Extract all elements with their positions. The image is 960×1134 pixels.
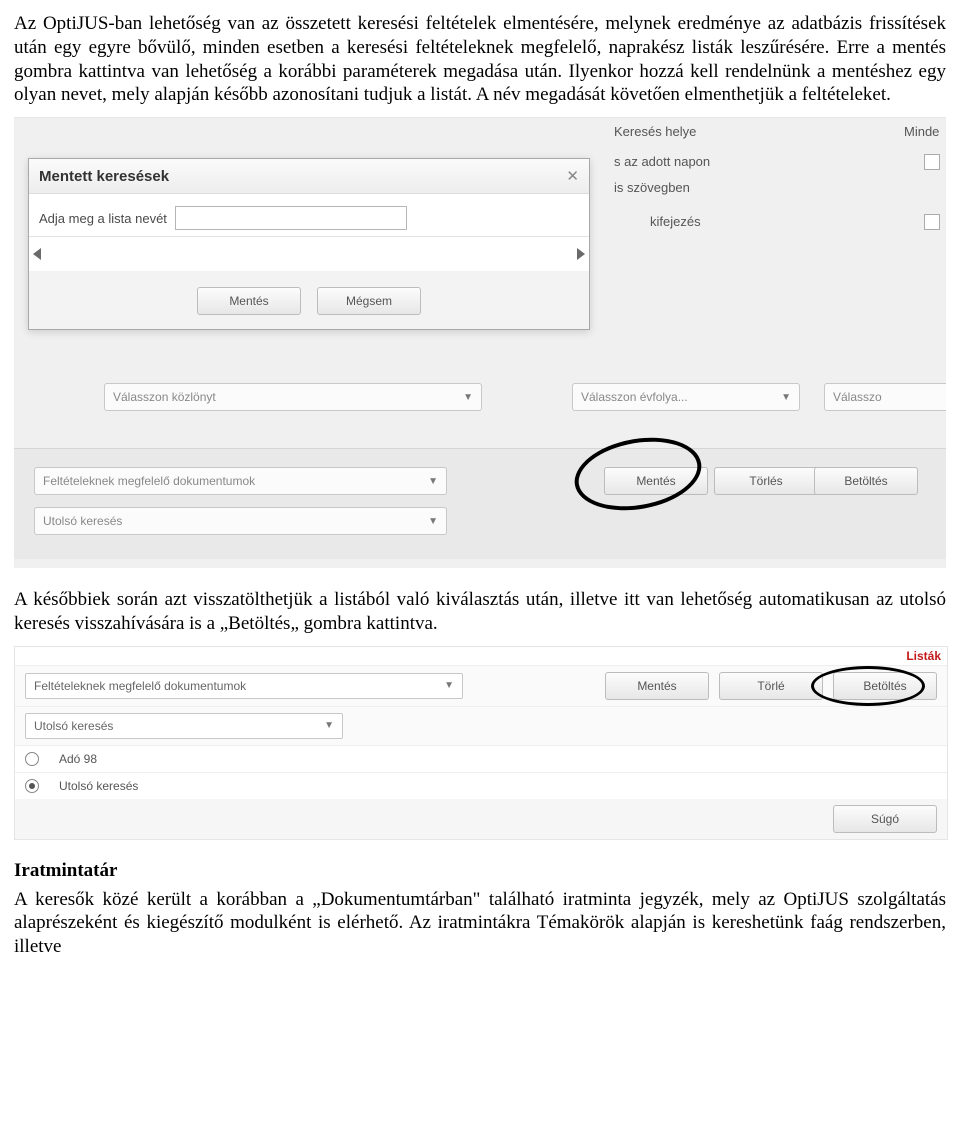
- ss2-select-felt-label: Feltételeknek megfelelő dokumentumok: [34, 679, 246, 693]
- lower-toolbar: Feltételeknek megfelelő dokumentumok▼ Me…: [14, 448, 946, 559]
- chevron-down-icon: ▼: [324, 720, 334, 731]
- dialog-scrollbar[interactable]: [29, 236, 589, 271]
- lower-select-utolso-label: Utolsó keresés: [43, 514, 122, 528]
- ss2-select-felt[interactable]: Feltételeknek megfelelő dokumentumok ▼: [25, 673, 463, 699]
- lower-betoltes-button[interactable]: Betöltés: [814, 467, 918, 495]
- dialog-prompt: Adja meg a lista nevét: [39, 211, 167, 226]
- bg-select-evfolyam[interactable]: Válasszon évfolya... ▼: [572, 383, 800, 411]
- radio-utolso[interactable]: [25, 779, 39, 793]
- bg-label-szovegben: is szövegben: [614, 180, 690, 195]
- bg-select-kozlony-label: Válasszon közlönyt: [113, 390, 216, 404]
- chevron-down-icon: ▼: [444, 680, 454, 691]
- lower-torles-button[interactable]: Törlés: [714, 467, 818, 495]
- dialog-cancel-button[interactable]: Mégsem: [317, 287, 421, 315]
- bg-select-evfolyam-label: Válasszon évfolya...: [581, 390, 688, 404]
- chevron-down-icon: ▼: [781, 392, 791, 403]
- ss2-select-utolso[interactable]: Utolsó keresés ▼: [25, 713, 343, 739]
- list-name-input[interactable]: [175, 206, 407, 230]
- dialog-save-button[interactable]: Mentés: [197, 287, 301, 315]
- saved-searches-dialog: Mentett keresések ✕ Adja meg a lista nev…: [28, 158, 590, 330]
- radio-utolso-label: Utolsó keresés: [59, 779, 138, 793]
- ss2-torles-button[interactable]: Törlé: [719, 672, 823, 700]
- bg-label-adott-napon: s az adott napon: [614, 154, 710, 169]
- close-icon[interactable]: ✕: [566, 167, 579, 185]
- dialog-title-text: Mentett keresések: [39, 168, 169, 185]
- paragraph-reload: A későbbiek során azt visszatölthetjük a…: [14, 588, 946, 636]
- chevron-down-icon: ▼: [463, 392, 473, 403]
- bg-label-minde: Minde: [904, 124, 939, 139]
- sugo-button[interactable]: Súgó: [833, 805, 937, 833]
- bg-checkbox-1[interactable]: [924, 154, 940, 170]
- highlight-ring-betoltes: [811, 666, 925, 706]
- bg-checkbox-2[interactable]: [924, 214, 940, 230]
- ss2-mentes-button[interactable]: Mentés: [605, 672, 709, 700]
- bg-label-kereses-helye: Keresés helye: [614, 124, 696, 139]
- screenshot-lists-panel: Listák Feltételeknek megfelelő dokumentu…: [14, 646, 948, 840]
- radio-ado98[interactable]: [25, 752, 39, 766]
- bg-select-kozlony[interactable]: Válasszon közlönyt ▼: [104, 383, 482, 411]
- radio-ado98-label: Adó 98: [59, 752, 97, 766]
- heading-iratmintatar: Iratmintatár: [14, 860, 946, 882]
- screenshot-save-dialog: Keresés helye Minde s az adott napon is …: [14, 117, 946, 568]
- scroll-left-icon[interactable]: [33, 248, 41, 260]
- ss2-select-utolso-label: Utolsó keresés: [34, 719, 113, 733]
- chevron-down-icon: ▼: [428, 476, 438, 487]
- lower-select-felt-label: Feltételeknek megfelelő dokumentumok: [43, 474, 255, 488]
- bg-select-valasszo[interactable]: Válasszo: [824, 383, 946, 411]
- bg-label-kifejezes: kifejezés: [650, 214, 701, 229]
- lower-select-felt[interactable]: Feltételeknek megfelelő dokumentumok ▼: [34, 467, 447, 495]
- paragraph-intro: Az OptiJUS-ban lehetőség van az összetet…: [14, 12, 946, 107]
- lower-select-utolso[interactable]: Utolsó keresés ▼: [34, 507, 447, 535]
- lists-heading: Listák: [906, 649, 941, 663]
- bg-select-valasszo-label: Válasszo: [833, 390, 882, 404]
- chevron-down-icon: ▼: [428, 516, 438, 527]
- paragraph-iratmintatar: A keresők közé került a korábban a „Doku…: [14, 888, 946, 959]
- scroll-right-icon[interactable]: [577, 248, 585, 260]
- highlight-ring: [569, 428, 707, 519]
